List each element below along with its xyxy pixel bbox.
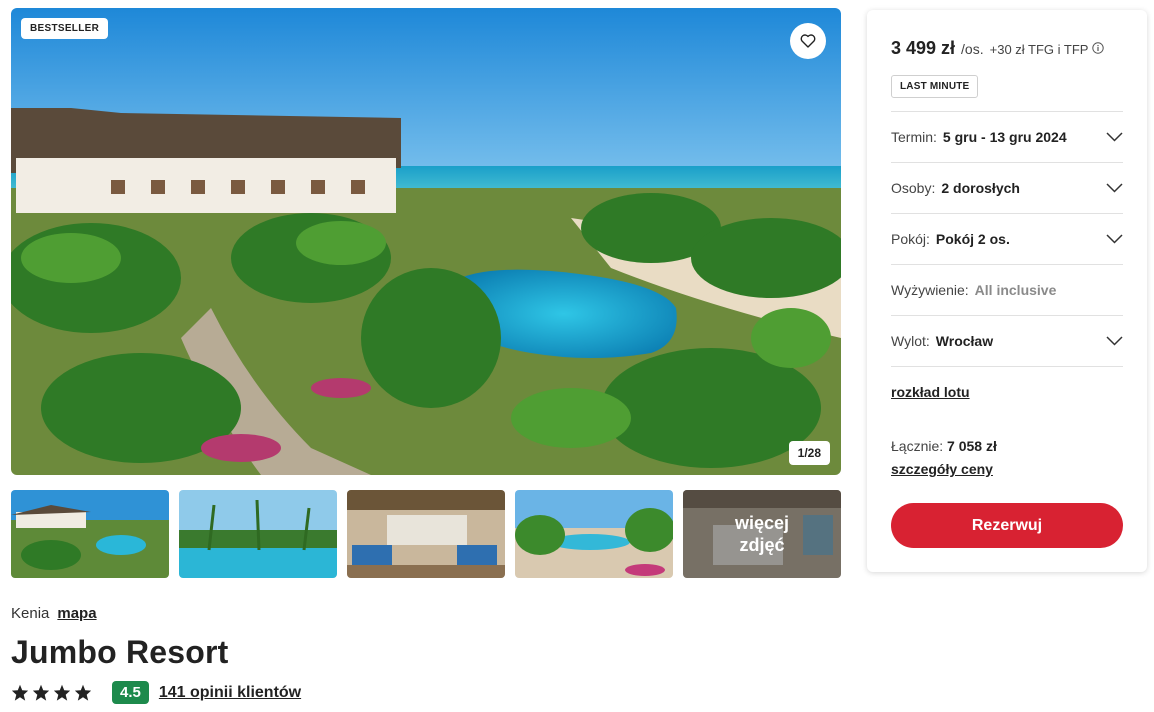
chevron-down-icon <box>1106 234 1123 244</box>
info-icon[interactable] <box>1092 42 1105 57</box>
map-link[interactable]: mapa <box>57 605 96 622</box>
option-label: Termin: <box>891 129 937 145</box>
chevron-down-icon <box>1106 336 1123 346</box>
per-person-label: /os. <box>961 41 984 57</box>
star-icon <box>74 684 92 701</box>
country-label: Kenia <box>11 605 50 622</box>
option-value: Wrocław <box>935 333 994 349</box>
option-persons[interactable]: Osoby: 2 dorosłych <box>891 162 1123 213</box>
thumbnail-4[interactable] <box>515 490 673 578</box>
rating-row: 4.5 141 opinii klientów <box>11 681 841 704</box>
option-label: Osoby: <box>891 180 936 196</box>
option-value: All inclusive <box>974 282 1057 298</box>
star-icon <box>53 684 71 701</box>
booking-card: 3 499 zł /os. +30 zł TFG i TFP LAST MINU… <box>867 10 1147 572</box>
flight-schedule-link[interactable]: rozkład lotu <box>891 384 970 400</box>
option-value: Pokój 2 os. <box>935 231 1010 247</box>
option-board: Wyżywienie: All inclusive <box>891 264 1123 315</box>
price-per-person: 3 499 zł <box>891 38 956 58</box>
fees-label: +30 zł TFG i TFP <box>990 42 1105 57</box>
bestseller-badge: BESTSELLER <box>21 18 109 39</box>
total-value: 7 058 zł <box>947 438 997 454</box>
reviews-link[interactable]: 141 opinii klientów <box>159 684 301 702</box>
chevron-down-icon <box>1106 183 1123 193</box>
chevron-down-icon <box>1106 132 1123 142</box>
location-row: Kenia mapa <box>11 605 841 622</box>
thumbnail-1[interactable] <box>11 490 169 578</box>
star-rating <box>11 684 92 701</box>
thumbnail-3[interactable] <box>347 490 505 578</box>
fees-text: +30 zł TFG i TFP <box>989 42 1089 57</box>
photo-counter: 1/28 <box>788 441 830 465</box>
reserve-button[interactable]: Rezerwuj <box>891 503 1123 548</box>
thumbnail-more[interactable]: więcej zdjęć <box>683 490 841 578</box>
total-row: Łącznie: 7 058 zł <box>891 438 997 454</box>
option-label: Wylot: <box>891 333 930 349</box>
thumbnail-resort-image <box>11 490 169 578</box>
option-room[interactable]: Pokój: Pokój 2 os. <box>891 213 1123 264</box>
option-value: 2 dorosłych <box>941 180 1020 196</box>
option-label: Wyżywienie: <box>891 282 969 298</box>
hotel-name: Jumbo Resort <box>11 634 229 670</box>
option-date[interactable]: Termin: 5 gru - 13 gru 2024 <box>891 111 1123 162</box>
score-badge: 4.5 <box>112 681 149 704</box>
option-departure[interactable]: Wylot: Wrocław <box>891 315 1123 366</box>
star-icon <box>32 684 50 701</box>
price-details-link[interactable]: szczegóły ceny <box>891 461 993 477</box>
hotel-info: Kenia mapa Jumbo Resort 4.5 141 opinii k… <box>11 605 841 704</box>
resort-aerial-image <box>11 8 841 475</box>
price-row: 3 499 zł /os. +30 zł TFG i TFP <box>891 38 1105 59</box>
thumbnail-lobby-image <box>347 490 505 578</box>
thumbnail-pool-image <box>179 490 337 578</box>
last-minute-tag: LAST MINUTE <box>891 75 979 98</box>
total-label: Łącznie: <box>891 438 944 454</box>
favorite-button[interactable] <box>790 23 826 59</box>
main-photo[interactable]: BESTSELLER 1/28 <box>11 8 841 475</box>
option-value: 5 gru - 13 gru 2024 <box>942 129 1067 145</box>
thumbnail-strip: więcej zdjęć <box>11 490 841 578</box>
thumbnail-garden-image <box>515 490 673 578</box>
option-label: Pokój: <box>891 231 930 247</box>
thumbnail-2[interactable] <box>179 490 337 578</box>
star-icon <box>11 684 29 701</box>
booking-options: Termin: 5 gru - 13 gru 2024 Osoby: 2 doros… <box>891 111 1123 367</box>
divider <box>891 366 1123 367</box>
more-photos-label: więcej zdjęć <box>683 490 841 578</box>
heart-icon <box>800 34 816 48</box>
